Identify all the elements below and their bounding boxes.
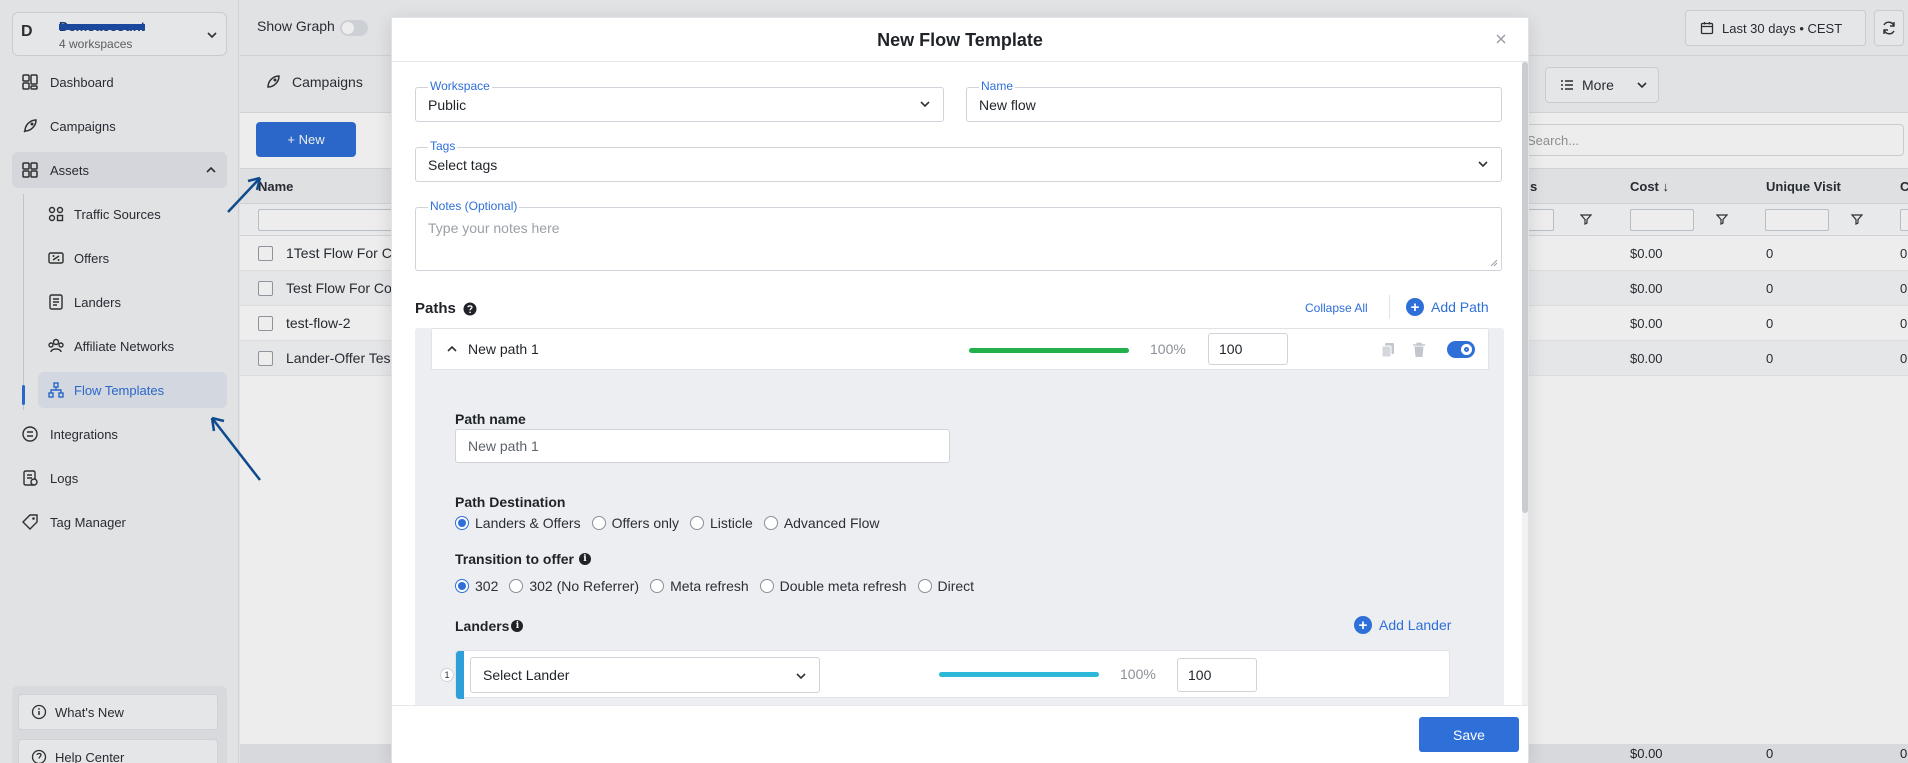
plus-circle-icon: +	[1406, 298, 1424, 316]
path-weight-bar-fill	[969, 348, 1129, 353]
destination-option-offers-only[interactable]: Offers only	[591, 515, 680, 531]
modal-scrollbar-thumb[interactable]	[1522, 62, 1528, 513]
transition-label: Transition to offer i	[455, 551, 591, 567]
lander-weight-input[interactable]: 100	[1177, 658, 1257, 692]
lander-index: 1	[440, 668, 454, 682]
transition-option-302-no-referrer[interactable]: 302 (No Referrer)	[509, 578, 639, 594]
path-destination-options: Landers & Offers Offers only Listicle Ad…	[455, 515, 891, 531]
notes-label: Notes (Optional)	[428, 199, 520, 213]
landers-label: Landers i	[455, 618, 524, 634]
option-label: 302 (No Referrer)	[529, 578, 640, 594]
path-percent: 100%	[1150, 341, 1186, 357]
collapse-all-link[interactable]: Collapse All	[1305, 301, 1368, 315]
name-value: New flow	[979, 97, 1036, 113]
lander-row: 1 Select Lander 100% 100	[440, 650, 1450, 699]
transition-option-meta-refresh[interactable]: Meta refresh	[650, 578, 749, 594]
modal-title: New Flow Template	[877, 30, 1043, 50]
path-destination-label: Path Destination	[455, 494, 566, 510]
lander-weight-bar-fill	[939, 672, 1099, 677]
add-lander-button[interactable]: + Add Lander	[1354, 616, 1451, 634]
lander-weight-bar	[939, 672, 1099, 677]
info-icon[interactable]: i	[511, 620, 524, 632]
workspace-label: Workspace	[428, 79, 492, 93]
tags-select[interactable]: Tags Select tags	[415, 139, 1502, 182]
chevron-down-icon	[919, 99, 931, 109]
paths-title: Paths	[415, 300, 477, 317]
resize-grip-icon[interactable]	[1490, 259, 1498, 267]
option-label: Meta refresh	[670, 578, 749, 594]
path-weight-input[interactable]: 100	[1208, 333, 1288, 365]
destination-option-advanced-flow[interactable]: Advanced Flow	[763, 515, 880, 531]
radio[interactable]	[759, 579, 774, 593]
tags-label: Tags	[428, 139, 458, 153]
radio[interactable]	[455, 516, 469, 530]
path-enabled-toggle[interactable]	[1447, 341, 1475, 358]
option-label: Double meta refresh	[779, 578, 907, 594]
option-label: Offers only	[611, 515, 680, 531]
path-weight-bar	[969, 348, 1129, 353]
modal-footer	[392, 705, 1528, 763]
radio[interactable]	[763, 516, 778, 530]
plus-circle-icon: +	[1354, 616, 1372, 634]
path-header[interactable]: New path 1 100% 100	[431, 328, 1489, 370]
name-label: Name	[979, 79, 1016, 93]
option-label: Advanced Flow	[783, 515, 880, 531]
transition-option-double-meta-refresh[interactable]: Double meta refresh	[759, 578, 907, 594]
destination-option-landers-offers[interactable]: Landers & Offers	[455, 515, 581, 531]
divider	[1389, 295, 1390, 319]
tags-placeholder: Select tags	[428, 157, 498, 173]
path-name-value: New path 1	[468, 438, 539, 454]
radio[interactable]	[917, 579, 932, 593]
copy-icon[interactable]	[1381, 342, 1395, 358]
transition-label-text: Transition to offer	[455, 551, 574, 567]
name-field[interactable]: Name New flow	[966, 79, 1502, 122]
radio[interactable]	[650, 579, 665, 593]
path-title: New path 1	[468, 341, 539, 357]
option-label: Landers & Offers	[475, 515, 581, 531]
new-flow-template-modal: New Flow Template Workspace Public Name …	[391, 17, 1529, 763]
trash-icon[interactable]	[1412, 342, 1426, 358]
landers-label-text: Landers	[455, 618, 510, 634]
workspace-value: Public	[428, 97, 467, 113]
radio[interactable]	[509, 579, 524, 593]
option-label: Listicle	[710, 515, 753, 531]
path-name-label: Path name	[455, 411, 526, 427]
transition-options: 302 302 (No Referrer) Meta refresh Doubl…	[455, 578, 985, 594]
help-circle-icon[interactable]	[463, 302, 477, 316]
lander-accent-bar	[456, 651, 464, 699]
select-lander-dropdown[interactable]: Select Lander	[470, 657, 820, 693]
chevron-down-icon	[795, 671, 807, 681]
info-icon[interactable]: i	[579, 553, 591, 565]
destination-option-listicle[interactable]: Listicle	[690, 515, 753, 531]
add-lander-label: Add Lander	[1379, 617, 1452, 633]
notes-textarea[interactable]: Notes (Optional) Type your notes here	[415, 199, 1502, 271]
workspace-select[interactable]: Workspace Public	[415, 79, 944, 122]
paths-title-label: Paths	[415, 300, 456, 317]
modal-header: New Flow Template	[392, 18, 1528, 62]
radio[interactable]	[591, 516, 606, 530]
chevron-down-icon	[1477, 159, 1489, 169]
option-label: Direct	[937, 578, 975, 594]
notes-placeholder: Type your notes here	[428, 220, 560, 236]
add-path-label: Add Path	[1431, 299, 1489, 315]
radio[interactable]	[690, 516, 705, 530]
select-lander-label: Select Lander	[483, 667, 570, 683]
radio[interactable]	[455, 579, 469, 593]
transition-option-302[interactable]: 302	[455, 578, 498, 594]
close-icon[interactable]	[1494, 32, 1508, 46]
lander-percent: 100%	[1120, 666, 1156, 682]
path-weight-value: 100	[1219, 341, 1243, 357]
option-label: 302	[475, 578, 499, 594]
chevron-up-icon[interactable]	[446, 344, 458, 354]
path-name-input[interactable]: New path 1	[455, 429, 950, 463]
add-path-button[interactable]: + Add Path	[1406, 298, 1489, 316]
save-button[interactable]: Save	[1419, 717, 1519, 752]
transition-option-direct[interactable]: Direct	[917, 578, 975, 594]
lander-weight-value: 100	[1188, 667, 1212, 683]
